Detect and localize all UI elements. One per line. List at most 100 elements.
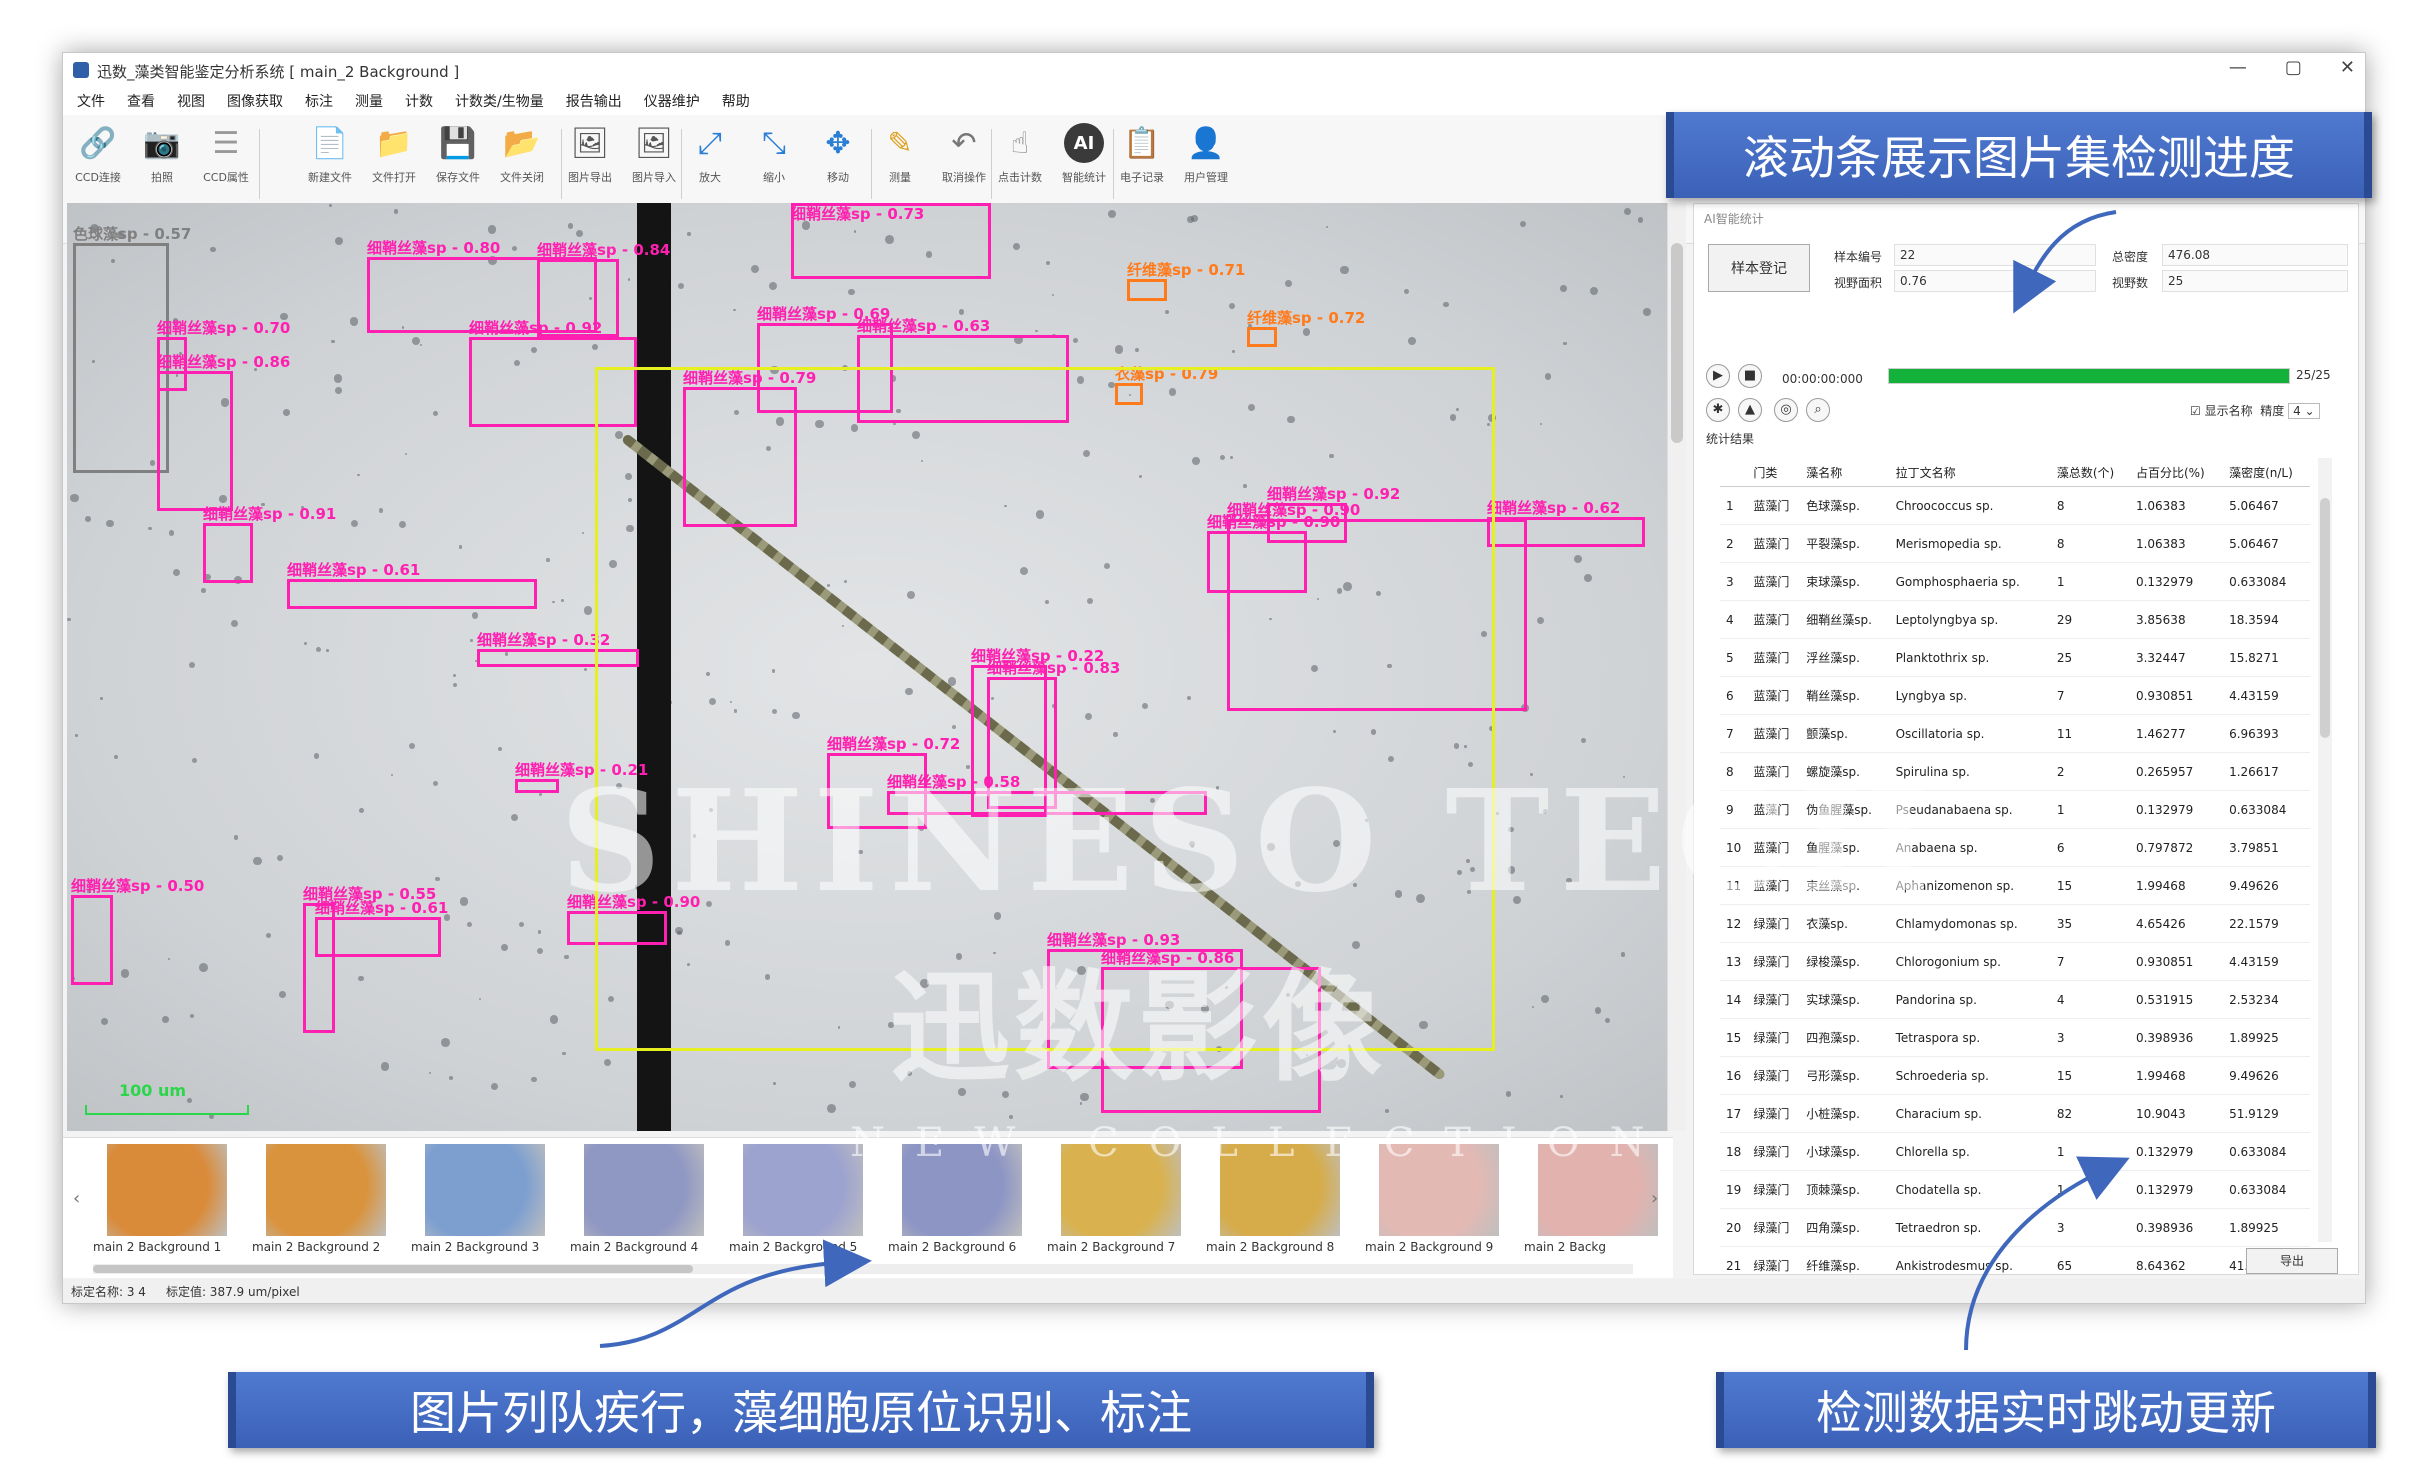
scrollbar-thumb[interactable]: [93, 1265, 693, 1273]
undo-button[interactable]: ↶ 取消操作: [937, 123, 991, 203]
ccd-props-button[interactable]: ☰ CCD属性: [199, 123, 253, 203]
menu-annotate[interactable]: 标注: [305, 91, 333, 111]
precision-select[interactable]: 4 ⌄: [2288, 403, 2320, 419]
move-button[interactable]: ✥ 移动: [811, 123, 865, 203]
stop-icon[interactable]: ■: [1738, 364, 1762, 388]
table-row[interactable]: 3 蓝藻门 束球藻sp. Gomphosphaeria sp. 1 0.132979 0.6…: [1720, 562, 2310, 601]
table-row[interactable]: 13 绿藻门 绿梭藻sp. Chlorogonium sp. 7 0.930851 4.43…: [1720, 942, 2310, 981]
detection-box[interactable]: [315, 917, 441, 957]
table-row[interactable]: 10 蓝藻门 鱼腥藻sp. Anabaena sp. 6 0.797872 3.79851: [1720, 828, 2310, 867]
detection-box[interactable]: [203, 523, 253, 583]
particle: [75, 734, 78, 737]
ai-stat-button[interactable]: AI 智能统计: [1057, 123, 1111, 203]
table-row[interactable]: 6 蓝藻门 鞘丝藻sp. Lyngbya sp. 7 0.930851 4.43159: [1720, 676, 2310, 715]
thumbnail-item[interactable]: main 2 Background 3: [411, 1144, 561, 1262]
zoom-in-button[interactable]: ⤢ 放大: [683, 123, 737, 203]
table-row[interactable]: 2 蓝藻门 平裂藻sp. Merismopedia sp. 8 1.06383 5.0646…: [1720, 524, 2310, 563]
close-file-button[interactable]: 📂 文件关闭: [495, 123, 549, 203]
view-area-value: 0.76: [1900, 274, 1927, 288]
user-icon: 👤: [1187, 125, 1225, 161]
zoom-out-button[interactable]: ⤡ 缩小: [747, 123, 801, 203]
table-row[interactable]: 1 蓝藻门 色球藻sp. Chroococcus sp. 8 1.06383 5.06467: [1720, 486, 2310, 525]
microscope-image-view[interactable]: 色球藻sp - 0.57 细鞘丝藻sp - 0.80 细鞘丝藻sp - 0.84 细鞘…: [67, 203, 1667, 1131]
new-file-button[interactable]: 📄 新建文件: [303, 123, 357, 203]
detection-box[interactable]: [157, 371, 233, 511]
detection-box[interactable]: [287, 579, 537, 609]
table-row[interactable]: 14 绿藻门 实球藻sp. Pandorina sp. 4 0.531915 2.53234: [1720, 980, 2310, 1019]
menu-help[interactable]: 帮助: [722, 91, 750, 111]
menu-report[interactable]: 报告输出: [566, 91, 622, 111]
thumbnail-item[interactable]: main 2 Background 4: [570, 1144, 720, 1262]
menu-file[interactable]: 文件: [77, 91, 105, 111]
thumbnail-item[interactable]: main 2 Background 8: [1206, 1144, 1356, 1262]
search-icon[interactable]: ⌕: [1806, 398, 1830, 422]
detection-box[interactable]: [1247, 327, 1277, 347]
menu-count-biomass[interactable]: 计数类/生物量: [455, 91, 544, 111]
close-button[interactable]: ✕: [2340, 57, 2355, 78]
thumbnail-item[interactable]: main 2 Background 1: [93, 1144, 243, 1262]
thumbs-right-arrow[interactable]: ›: [1651, 1188, 1658, 1209]
target-icon[interactable]: ◎: [1774, 398, 1798, 422]
table-row[interactable]: 19 绿藻门 顶棘藻sp. Chodatella sp. 1 0.132979 0.6330…: [1720, 1170, 2310, 1209]
capture-button[interactable]: 📷 拍照: [135, 123, 189, 203]
open-file-button[interactable]: 📁 文件打开: [367, 123, 421, 203]
menu-instrument[interactable]: 仪器维护: [644, 91, 700, 111]
export-button[interactable]: 导出: [2246, 1248, 2338, 1274]
thumbnail-item[interactable]: main 2 Background 5: [729, 1144, 879, 1262]
maximize-button[interactable]: ▢: [2285, 57, 2302, 78]
table-row[interactable]: 8 蓝藻门 螺旋藻sp. Spirulina sp. 2 0.265957 1.26617: [1720, 752, 2310, 791]
save-file-button[interactable]: 💾 保存文件: [431, 123, 485, 203]
folder-icon: 📁: [375, 125, 413, 161]
menu-view[interactable]: 查看: [127, 91, 155, 111]
settings-icon[interactable]: ✱: [1706, 398, 1730, 422]
ccd-connect-button[interactable]: 🔗 CCD连接: [71, 123, 125, 203]
title-bar: 迅数_藻类智能鉴定分析系统 [ main_2 Background ] — ▢ …: [63, 53, 2365, 88]
thumbnail-item[interactable]: main 2 Background 2: [252, 1144, 402, 1262]
table-row[interactable]: 15 绿藻门 四孢藻sp. Tetraspora sp. 3 0.398936 1.8992…: [1720, 1018, 2310, 1057]
image-export-button[interactable]: 🖼 图片导出: [563, 123, 617, 203]
thumbnail-scrollbar[interactable]: [93, 1264, 1633, 1274]
click-count-button[interactable]: ☝ 点击计数: [993, 123, 1047, 203]
table-row[interactable]: 16 绿藻门 弓形藻sp. Schroederia sp. 15 1.99468 9.496…: [1720, 1056, 2310, 1095]
particle: [253, 856, 262, 866]
table-row[interactable]: 11 蓝藻门 束丝藻sp. Aphanizomenon sp. 15 1.99468 9.4…: [1720, 866, 2310, 905]
sample-register-button[interactable]: 样本登记: [1708, 244, 1810, 292]
table-row[interactable]: 5 蓝藻门 浮丝藻sp. Planktothrix sp. 25 3.32447 15.82…: [1720, 638, 2310, 677]
table-row[interactable]: 12 绿藻门 衣藻sp. Chlamydomonas sp. 35 4.65426 22.1…: [1720, 904, 2310, 943]
table-row[interactable]: 9 蓝藻门 伪鱼腥藻sp. Pseudanabaena sp. 1 0.132979 0.6…: [1720, 790, 2310, 829]
thumbnail-item[interactable]: main 2 Background 7: [1047, 1144, 1197, 1262]
scrollbar-thumb[interactable]: [1671, 243, 1683, 443]
detection-box[interactable]: [71, 895, 113, 985]
detection-box[interactable]: [515, 779, 559, 793]
menu-count[interactable]: 计数: [405, 91, 433, 111]
detection-box[interactable]: [1127, 279, 1167, 301]
thumbs-left-arrow[interactable]: ‹: [73, 1188, 80, 1209]
table-row[interactable]: 4 蓝藻门 细鞘丝藻sp. Leptolyngbya sp. 29 3.85638 18.3…: [1720, 600, 2310, 639]
table-row[interactable]: 18 绿藻门 小球藻sp. Chlorella sp. 1 0.132979 0.63308…: [1720, 1132, 2310, 1171]
table-row[interactable]: 17 绿藻门 小桩藻sp. Characium sp. 82 10.9043 51.9129: [1720, 1094, 2310, 1133]
user-manage-button[interactable]: 👤 用户管理: [1179, 123, 1233, 203]
table-scrollbar[interactable]: [2318, 458, 2332, 1242]
detection-label: 纤维藻sp - 0.72: [1247, 309, 1366, 327]
tool-label: 文件打开: [372, 171, 416, 184]
menu-window[interactable]: 视图: [177, 91, 205, 111]
image-import-button[interactable]: 🖼 图片导入: [627, 123, 681, 203]
thumbnail-item[interactable]: main 2 Background 6: [888, 1144, 1038, 1262]
menu-measure[interactable]: 测量: [355, 91, 383, 111]
menu-image-acquire[interactable]: 图像获取: [227, 91, 283, 111]
table-row[interactable]: 21绿藻门纤维藻sp.Ankistrodesmus sp.658.6436241…: [1720, 1246, 2310, 1285]
play-icon[interactable]: ▶: [1706, 364, 1730, 388]
flask-icon[interactable]: ▲: [1738, 398, 1762, 422]
detection-box[interactable]: [73, 243, 169, 473]
thumbnail-item[interactable]: main 2 Background 9: [1365, 1144, 1515, 1262]
table-row[interactable]: 7 蓝藻门 颤藻sp. Oscillatoria sp. 11 1.46277 6.9639…: [1720, 714, 2310, 753]
e-record-button[interactable]: 📋 电子记录: [1115, 123, 1169, 203]
scrollbar-thumb[interactable]: [2320, 498, 2330, 738]
detection-box-large[interactable]: [595, 367, 1495, 1051]
minimize-button[interactable]: —: [2229, 57, 2247, 78]
table-row[interactable]: 20 绿藻门 四角藻sp. Tetraedron sp. 3 0.398936 1.8992…: [1720, 1208, 2310, 1247]
image-vertical-scrollbar[interactable]: [1667, 203, 1686, 1131]
measure-button[interactable]: ✎ 测量: [873, 123, 927, 203]
table-cell: 1.99468: [2129, 1056, 2224, 1095]
show-name-checkbox[interactable]: ☑ 显示名称 精度 4 ⌄: [2190, 402, 2320, 419]
